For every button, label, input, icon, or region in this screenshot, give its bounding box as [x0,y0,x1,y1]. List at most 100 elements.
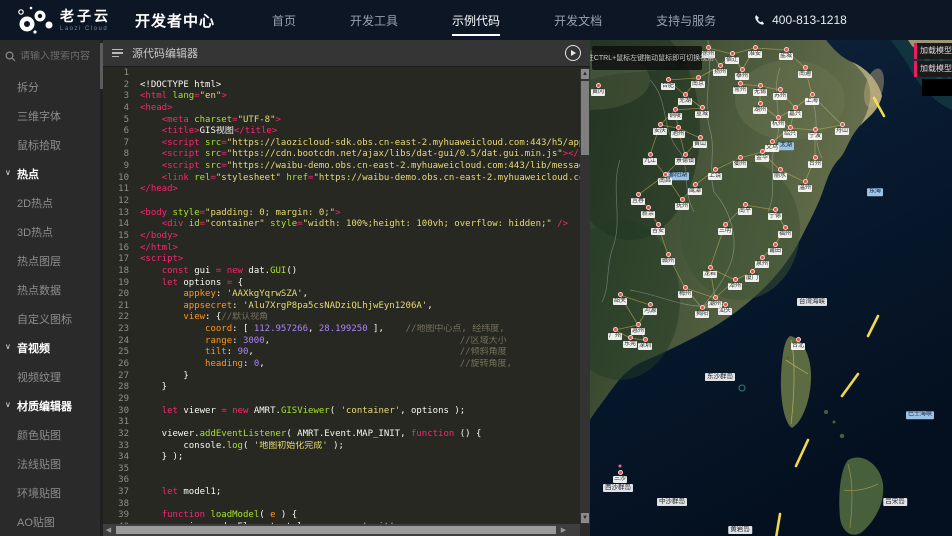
map-marker[interactable]: 衢州 [732,155,748,168]
map-marker[interactable]: 泉州 [754,255,770,268]
map-marker[interactable]: 揭阳 [694,305,710,318]
map-marker[interactable]: 漳州 [727,277,743,290]
scroll-down-arrow[interactable]: ▼ [581,513,589,523]
marker-label: 三明 [717,228,733,235]
editor-horizontal-scrollbar[interactable]: ◀ ▶ [103,524,580,536]
map-marker[interactable]: 嘉兴 [787,105,803,118]
map-marker[interactable]: 赣州 [660,252,676,265]
map-marker[interactable]: 南平 [737,202,753,215]
editor-menu-icon[interactable] [112,48,123,58]
map-marker[interactable]: 景德镇 [674,152,696,165]
code-line-22: 22 view: {//默认视角 [103,312,580,324]
map-marker[interactable]: 宁德 [767,207,783,220]
map-marker[interactable]: 池州 [670,125,686,138]
map-marker[interactable]: 湖州 [752,101,768,114]
map-marker[interactable]: 梅州 [677,285,693,298]
map-marker[interactable]: 上海 [804,92,820,105]
sidebar-item-3[interactable]: ∨ 热点 [0,159,103,188]
sidebar-item-6[interactable]: 热点图层 [0,246,103,275]
dat-gui-function-row-1[interactable]: 加载模型 [914,61,952,77]
map-marker[interactable]: 黄冈 [590,83,606,96]
nav-item-3[interactable]: 开发文档 [527,0,629,43]
nav-item-1[interactable]: 开发工具 [323,0,425,43]
map-marker[interactable]: 宣城 [694,105,710,118]
sidebar-item-14[interactable]: 环境贴图 [0,478,103,507]
sidebar-item-7[interactable]: 热点数据 [0,275,103,304]
map-marker[interactable]: 安庆 [652,122,668,135]
map-marker[interactable]: 三沙 [612,470,628,483]
sidebar-item-13[interactable]: 法线贴图 [0,449,103,478]
map-marker[interactable]: 深圳 [637,337,653,350]
map-marker[interactable]: 合肥 [660,77,676,90]
map-marker[interactable]: 无锡 [752,83,768,96]
map-marker[interactable]: 南昌 [657,172,673,185]
sidebar-item-15[interactable]: AO贴图 [0,507,103,536]
horizontal-scroll-thumb[interactable] [116,526,556,534]
sidebar-scrollbar[interactable] [100,40,103,536]
map-marker[interactable]: 广州 [607,327,623,340]
map-marker[interactable]: 龙岩 [702,265,718,278]
map-marker[interactable]: 芜湖 [677,92,693,105]
sidebar-item-2[interactable]: 鼠标拾取 [0,130,103,159]
map-marker[interactable]: 东莞 [622,335,638,348]
map-marker[interactable]: 宿迁 [724,51,740,64]
map-marker[interactable]: 莆田 [767,242,783,255]
map-marker[interactable]: 宁波 [807,127,823,140]
map-marker[interactable]: 南京 [690,75,706,88]
map-marker[interactable]: 新余 [640,205,656,218]
dat-gui-function-row-0[interactable]: 加载模型 [914,43,952,59]
scroll-right-arrow[interactable]: ▶ [558,526,569,534]
map-marker[interactable]: 韶关 [612,292,628,305]
scroll-up-arrow[interactable]: ▲ [581,69,589,79]
map-marker[interactable]: 扬州 [712,63,728,76]
map-marker[interactable]: 温州 [797,179,813,192]
sidebar-item-1[interactable]: 三维字体 [0,101,103,130]
sidebar-item-12[interactable]: 颜色贴图 [0,420,103,449]
scroll-left-arrow[interactable]: ◀ [103,526,114,534]
map-marker[interactable]: 上饶 [707,167,723,180]
map-marker[interactable]: 黄山 [692,135,708,148]
map-marker[interactable]: 汕头 [717,302,733,315]
map-marker[interactable]: 抚州 [674,197,690,210]
sidebar-item-11[interactable]: ∨ 材质编辑器 [0,391,103,420]
map-marker[interactable]: 鹰潭 [687,182,703,195]
sidebar-item-0[interactable]: 拆分 [0,72,103,101]
map-marker[interactable]: 常州 [732,81,748,94]
map-marker[interactable]: 九江 [642,152,658,165]
map-marker[interactable]: 南通 [797,65,813,78]
gis-map-viewport[interactable]: 按住CTRL+鼠标左键拖动鼠标即可切换视角 加载模型 加载模型 徐州 宿迁 淮安 盐城扬… [590,40,952,536]
map-marker[interactable]: 绍兴 [782,125,798,138]
map-marker[interactable]: 泰州 [734,67,750,80]
map-marker[interactable]: 三明 [717,222,733,235]
map-marker[interactable]: 台州 [807,155,823,168]
sidebar-item-5[interactable]: 3D热点 [0,217,103,246]
map-marker[interactable]: 苏州 [772,87,788,100]
map-marker[interactable]: 台北 [790,337,806,350]
map-marker[interactable]: 河源 [642,302,658,315]
sidebar-item-10[interactable]: 视频纹理 [0,362,103,391]
map-marker[interactable]: 舟山 [834,122,850,135]
sidebar-item-9[interactable]: ∨ 音视频 [0,333,103,362]
nav-item-0[interactable]: 首页 [245,0,323,43]
code-content[interactable]: 1 2 <!DOCTYPE html> 3 <html lang="en"> 4 <head… [103,68,580,524]
nav-item-2[interactable]: 示例代码 [425,0,527,43]
map-marker[interactable]: 淮安 [747,45,763,58]
map-marker[interactable]: 厦门 [744,269,760,282]
search-input[interactable] [20,50,102,62]
map-marker[interactable]: 义乌 [764,139,780,152]
map-marker[interactable]: 铜陵 [667,107,683,120]
run-code-button[interactable] [565,45,581,61]
map-marker[interactable]: 吉安 [650,222,666,235]
sea-area-label: 台湾海峡 [797,298,827,306]
vertical-scroll-thumb[interactable] [581,81,589,155]
nav-item-4[interactable]: 支持与服务 [629,0,743,43]
editor-vertical-scrollbar[interactable]: ▲ ▼ [580,68,590,524]
map-marker[interactable]: 丽水 [772,167,788,180]
map-marker[interactable]: 福州 [777,225,793,238]
map-marker[interactable]: 惠州 [630,322,646,335]
sidebar-item-4[interactable]: 2D热点 [0,188,103,217]
map-marker[interactable]: 宜春 [630,192,646,205]
sidebar-item-8[interactable]: 自定义图标 [0,304,103,333]
map-marker[interactable]: 盐城 [778,47,794,60]
code-line-10: 10 <link rel="stylesheet" href="https://… [103,173,580,185]
